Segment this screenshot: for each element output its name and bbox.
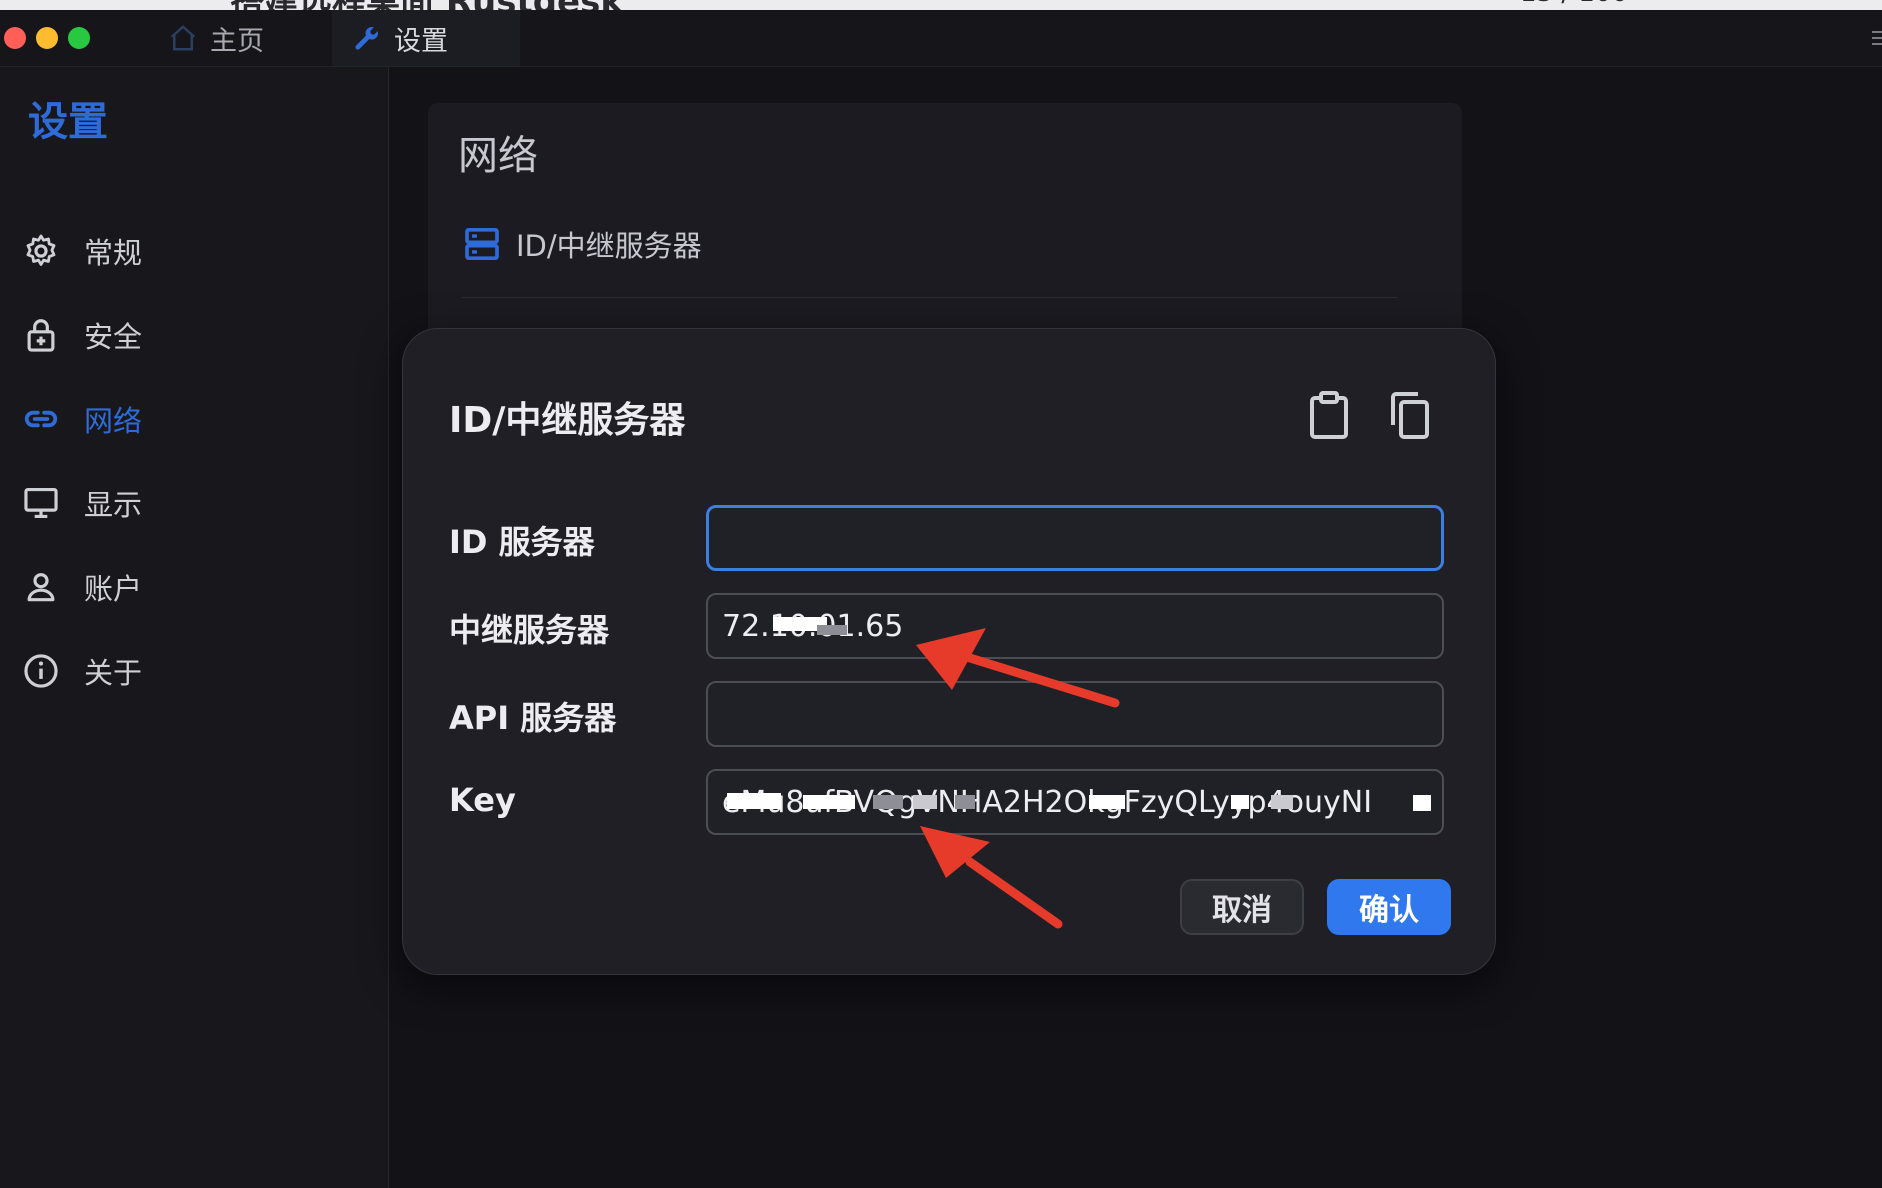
cropped-heading-fragment: 搭建远程桌面 Rustdesk (230, 0, 623, 10)
sidebar-item-about[interactable]: 关于 (22, 647, 142, 695)
copy-icon[interactable] (1385, 389, 1433, 441)
gear-icon (26, 234, 56, 266)
divider (462, 297, 1398, 298)
lock-icon (27, 319, 55, 352)
network-settings-card: 网络 ID/中继服务器 (428, 103, 1462, 363)
tab-settings[interactable]: 设置 (332, 10, 520, 66)
title-bar: 主页 设置 (0, 10, 1882, 67)
sidebar-item-label: 安全 (84, 320, 143, 354)
tab-settings-label: 设置 (394, 25, 448, 57)
panel-title: 网络 (458, 133, 538, 179)
zoom-window-button[interactable] (68, 27, 90, 49)
sidebar-item-network[interactable]: 网络 (22, 395, 142, 443)
sidebar-title: 设置 (28, 99, 108, 145)
redaction-block (873, 795, 903, 809)
wrench-icon (355, 27, 378, 50)
dialog-title: ID/中继服务器 (449, 400, 686, 441)
top-cropped-strip: 搭建远程桌面 Rustdesk 13 / 100 (0, 0, 1882, 10)
sidebar-item-display[interactable]: 显示 (22, 479, 142, 527)
id-relay-server-label: ID/中继服务器 (516, 229, 702, 263)
sidebar-item-label: 常规 (84, 236, 143, 270)
cancel-button[interactable]: 取消 (1180, 879, 1304, 935)
redaction-block (1231, 795, 1249, 809)
link-icon (24, 410, 58, 428)
minimize-window-button[interactable] (36, 27, 58, 49)
menu-icon[interactable] (1872, 28, 1882, 48)
monitor-icon (24, 487, 58, 519)
sidebar-item-label: 账户 (84, 572, 143, 606)
confirm-button[interactable]: 确认 (1327, 879, 1451, 935)
sidebar-item-account[interactable]: 账户 (22, 563, 142, 611)
key-label: Key (449, 781, 516, 819)
relay-server-label: 中继服务器 (449, 611, 610, 649)
redaction-block (1413, 795, 1431, 811)
close-window-button[interactable] (4, 27, 26, 49)
id-server-input[interactable] (706, 505, 1444, 571)
tab-home[interactable]: 主页 (140, 10, 320, 66)
server-icon (465, 228, 499, 260)
clipboard-icon[interactable] (1305, 389, 1353, 441)
sidebar-item-label: 关于 (84, 656, 143, 690)
redaction-block (1089, 795, 1125, 809)
sidebar: 设置 常规 安全 网络 显示 账户 关于 (0, 67, 389, 1188)
tab-home-label: 主页 (210, 25, 264, 57)
sidebar-item-label: 显示 (84, 488, 143, 522)
redaction-block (1271, 795, 1293, 809)
api-server-label: API 服务器 (449, 699, 617, 737)
redaction-block (955, 795, 975, 809)
home-icon (170, 25, 196, 51)
id-relay-server-dialog: ID/中继服务器 ID 服务器 中继服务器 API 服务器 Key 取消 确认 (402, 328, 1496, 975)
sidebar-item-security[interactable]: 安全 (22, 311, 142, 359)
id-server-label: ID 服务器 (449, 523, 595, 561)
api-server-input[interactable] (706, 681, 1444, 747)
sidebar-item-general[interactable]: 常规 (22, 227, 142, 275)
sidebar-item-label: 网络 (84, 404, 143, 438)
redaction-block (727, 793, 781, 809)
info-icon (24, 654, 58, 688)
person-icon (27, 573, 55, 602)
redaction-block (803, 795, 855, 809)
redaction-block (817, 625, 847, 635)
cropped-page-counter: 13 / 100 (1520, 0, 1628, 8)
id-relay-server-row[interactable]: ID/中继服务器 (462, 223, 702, 265)
redaction-block (913, 795, 937, 809)
